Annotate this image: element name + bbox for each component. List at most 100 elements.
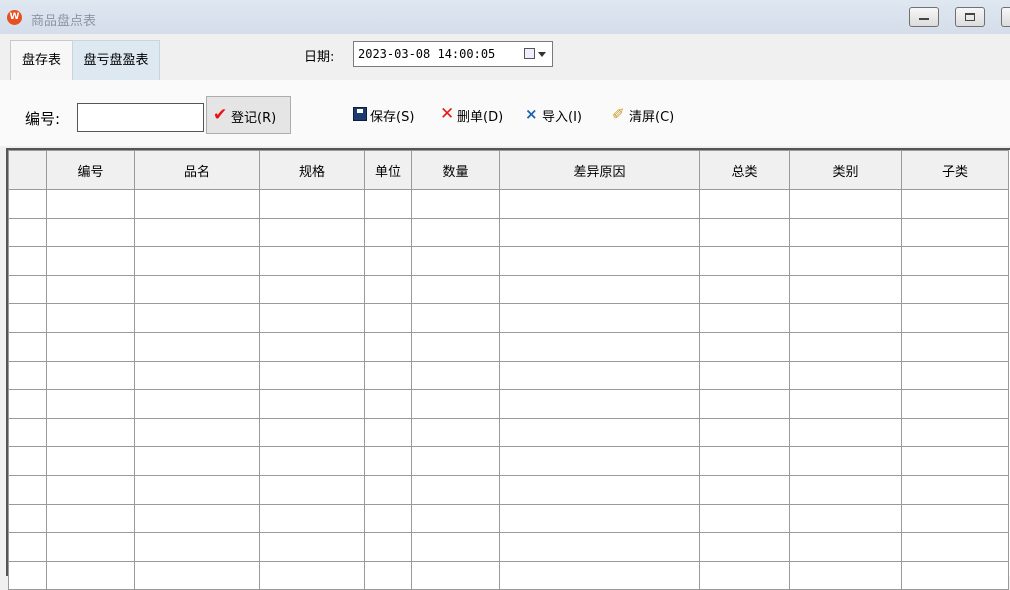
table-cell[interactable] — [699, 532, 790, 562]
row-header-cell[interactable] — [8, 360, 47, 391]
table-cell[interactable] — [411, 360, 500, 391]
table-row[interactable] — [8, 246, 1009, 276]
table-cell[interactable] — [259, 446, 365, 476]
row-header-cell[interactable] — [8, 446, 47, 476]
table-cell[interactable] — [364, 532, 412, 562]
col-header-main-category[interactable]: 总类 — [699, 150, 790, 190]
table-cell[interactable] — [411, 389, 500, 419]
inventory-grid[interactable]: 编号 品名 规格 单位 数量 差异原因 总类 类别 子类 — [6, 148, 1010, 590]
table-cell[interactable] — [134, 331, 260, 362]
table-cell[interactable] — [499, 274, 700, 305]
table-cell[interactable] — [901, 474, 1009, 505]
table-cell[interactable] — [789, 331, 902, 362]
table-cell[interactable] — [499, 360, 700, 391]
table-cell[interactable] — [901, 389, 1009, 419]
table-cell[interactable] — [411, 217, 500, 248]
table-cell[interactable] — [411, 303, 500, 333]
table-cell[interactable] — [259, 474, 365, 505]
table-cell[interactable] — [699, 189, 790, 219]
table-cell[interactable] — [699, 331, 790, 362]
table-cell[interactable] — [789, 474, 902, 505]
table-cell[interactable] — [259, 532, 365, 562]
table-cell[interactable] — [411, 189, 500, 219]
table-cell[interactable] — [699, 360, 790, 391]
table-cell[interactable] — [364, 303, 412, 333]
table-cell[interactable] — [134, 417, 260, 448]
table-row[interactable] — [8, 217, 1009, 248]
table-cell[interactable] — [364, 503, 412, 534]
table-row[interactable] — [8, 331, 1009, 362]
table-cell[interactable] — [364, 189, 412, 219]
table-cell[interactable] — [134, 446, 260, 476]
table-cell[interactable] — [699, 246, 790, 276]
table-row[interactable] — [8, 446, 1009, 476]
table-cell[interactable] — [134, 360, 260, 391]
table-cell[interactable] — [789, 217, 902, 248]
table-cell[interactable] — [901, 246, 1009, 276]
tab-profit-loss[interactable]: 盘亏盘盈表 — [72, 40, 160, 81]
table-cell[interactable] — [499, 189, 700, 219]
row-header-cell[interactable] — [8, 274, 47, 305]
table-cell[interactable] — [46, 217, 135, 248]
table-cell[interactable] — [789, 389, 902, 419]
row-header-cell[interactable] — [8, 217, 47, 248]
table-cell[interactable] — [499, 474, 700, 505]
table-row[interactable] — [8, 303, 1009, 333]
table-cell[interactable] — [134, 274, 260, 305]
col-header-code[interactable]: 编号 — [46, 150, 135, 190]
table-cell[interactable] — [699, 503, 790, 534]
row-header-cell[interactable] — [8, 532, 47, 562]
row-header-cell[interactable] — [8, 389, 47, 419]
table-cell[interactable] — [901, 532, 1009, 562]
table-cell[interactable] — [46, 274, 135, 305]
table-cell[interactable] — [901, 331, 1009, 362]
maximize-button[interactable] — [955, 7, 985, 27]
table-cell[interactable] — [46, 360, 135, 391]
table-cell[interactable] — [46, 532, 135, 562]
table-cell[interactable] — [901, 417, 1009, 448]
table-cell[interactable] — [411, 446, 500, 476]
table-cell[interactable] — [364, 217, 412, 248]
table-cell[interactable] — [134, 246, 260, 276]
table-cell[interactable] — [259, 189, 365, 219]
table-cell[interactable] — [259, 389, 365, 419]
table-cell[interactable] — [411, 474, 500, 505]
table-cell[interactable] — [46, 446, 135, 476]
table-cell[interactable] — [499, 331, 700, 362]
table-cell[interactable] — [699, 303, 790, 333]
col-header-quantity[interactable]: 数量 — [411, 150, 500, 190]
date-dropdown-button[interactable] — [524, 47, 546, 61]
table-cell[interactable] — [134, 474, 260, 505]
table-cell[interactable] — [134, 217, 260, 248]
table-row[interactable] — [8, 417, 1009, 448]
col-header-subcategory[interactable]: 子类 — [901, 150, 1009, 190]
table-cell[interactable] — [499, 389, 700, 419]
table-cell[interactable] — [901, 189, 1009, 219]
table-row[interactable] — [8, 360, 1009, 391]
table-cell[interactable] — [364, 474, 412, 505]
row-header-cell[interactable] — [8, 189, 47, 219]
code-input[interactable] — [77, 103, 204, 132]
row-header-cell[interactable] — [8, 417, 47, 448]
table-cell[interactable] — [364, 246, 412, 276]
row-header-cell[interactable] — [8, 303, 47, 333]
table-row[interactable] — [8, 189, 1009, 219]
table-cell[interactable] — [411, 417, 500, 448]
table-cell[interactable] — [46, 189, 135, 219]
table-cell[interactable] — [789, 274, 902, 305]
table-cell[interactable] — [46, 389, 135, 419]
table-cell[interactable] — [364, 389, 412, 419]
table-cell[interactable] — [499, 446, 700, 476]
table-cell[interactable] — [364, 274, 412, 305]
table-cell[interactable] — [901, 360, 1009, 391]
table-cell[interactable] — [46, 331, 135, 362]
table-cell[interactable] — [259, 274, 365, 305]
register-button[interactable]: ✔ 登记(R) — [206, 96, 291, 134]
row-header-cell[interactable] — [8, 474, 47, 505]
table-cell[interactable] — [364, 360, 412, 391]
minimize-button[interactable] — [909, 7, 939, 27]
table-cell[interactable] — [134, 389, 260, 419]
table-cell[interactable] — [411, 503, 500, 534]
table-cell[interactable] — [134, 189, 260, 219]
table-cell[interactable] — [259, 417, 365, 448]
